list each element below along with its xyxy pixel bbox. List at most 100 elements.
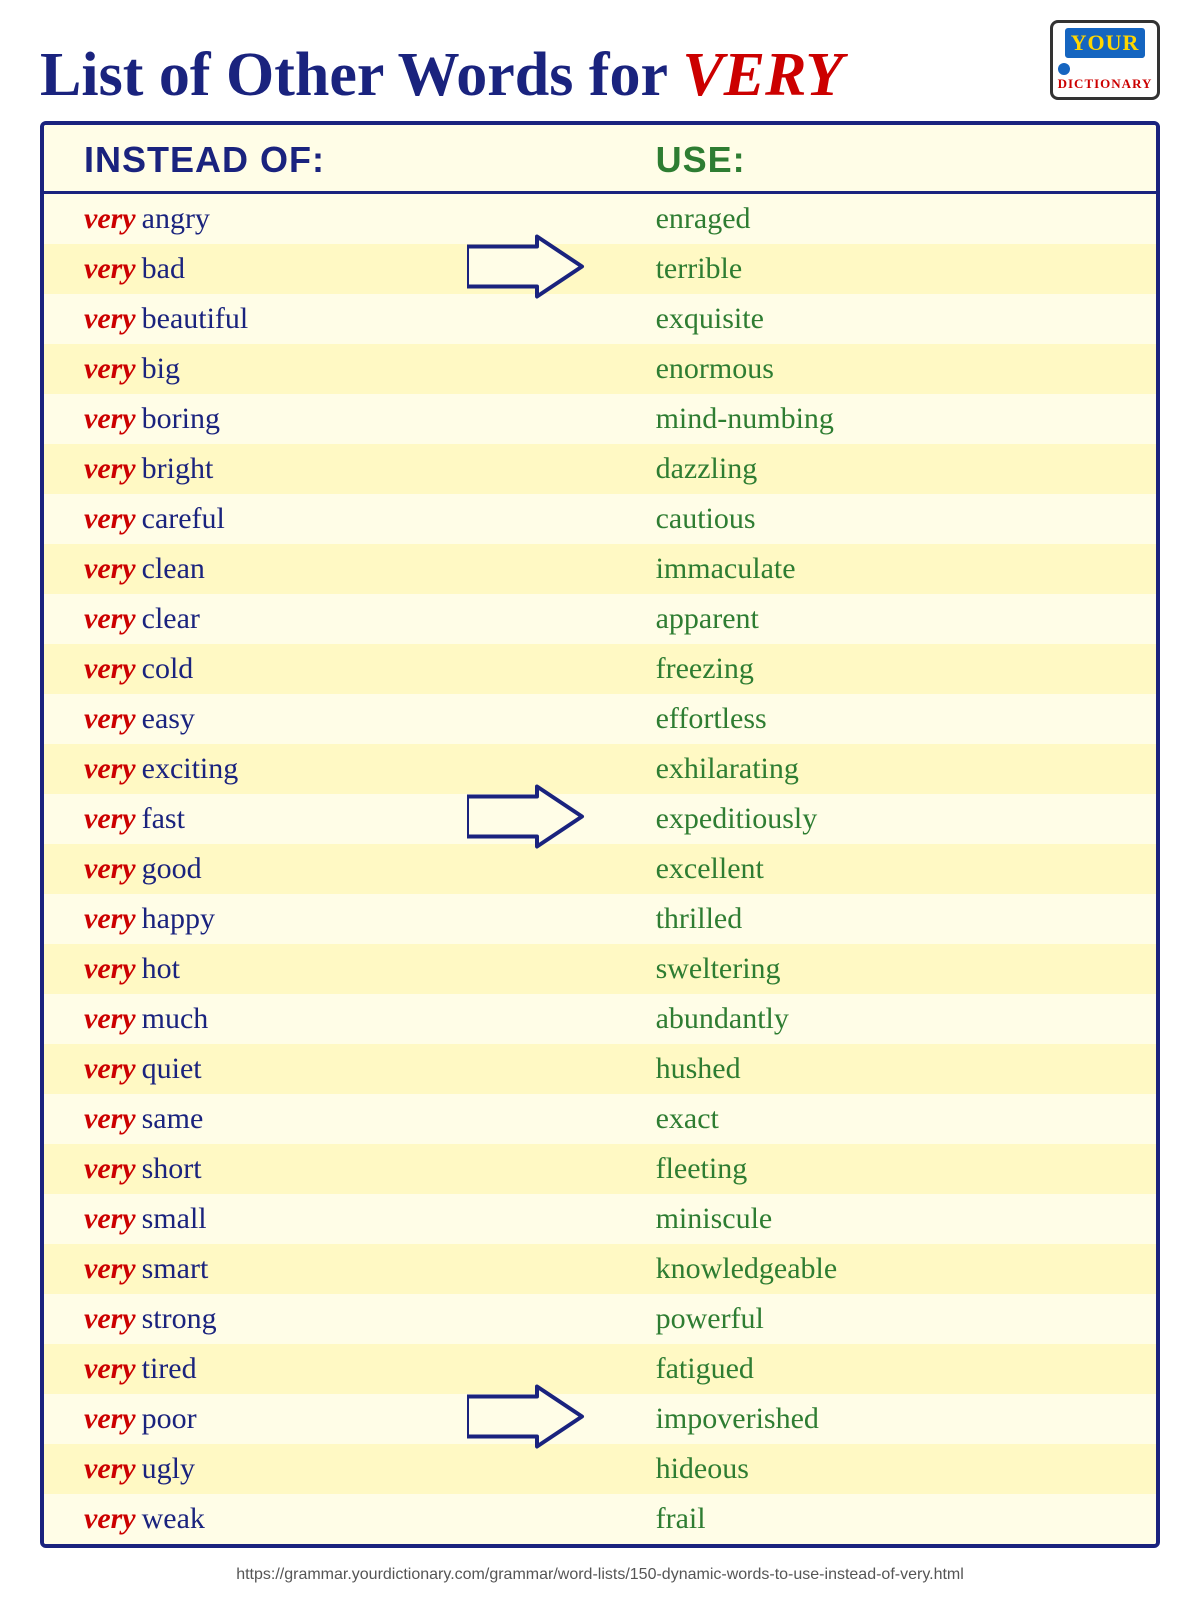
use-cell: enormous	[656, 344, 1156, 394]
adjective-label: bad	[142, 252, 185, 286]
table-row: very angry enraged	[44, 194, 1156, 244]
use-cell: exquisite	[656, 294, 1156, 344]
table-row: very tiredfatigued	[44, 1344, 1156, 1394]
adjective-label: tired	[142, 1352, 197, 1386]
very-label: very	[84, 752, 136, 786]
table-row: very carefulcautious	[44, 494, 1156, 544]
adjective-label: beautiful	[142, 302, 249, 336]
instead-cell: very same	[44, 1094, 656, 1144]
adjective-label: cold	[142, 652, 194, 686]
table-row: very sameexact	[44, 1094, 1156, 1144]
use-cell: knowledgeable	[656, 1244, 1156, 1294]
very-label: very	[84, 1302, 136, 1336]
very-label: very	[84, 1402, 136, 1436]
title-prefix: List of Other Words for	[40, 41, 682, 109]
adjective-label: poor	[142, 1402, 197, 1436]
table-row: very clearapparent	[44, 594, 1156, 644]
use-cell: hushed	[656, 1044, 1156, 1094]
very-label: very	[84, 202, 136, 236]
instead-cell: very weak	[44, 1494, 656, 1544]
instead-cell: very quiet	[44, 1044, 656, 1094]
table-row: very hotsweltering	[44, 944, 1156, 994]
table-row: very excitingexhilarating	[44, 744, 1156, 794]
adjective-label: hot	[142, 952, 180, 986]
instead-cell: very big	[44, 344, 656, 394]
main-table: INSTEAD OF: USE: very angryenragedvery b…	[40, 121, 1160, 1548]
very-label: very	[84, 402, 136, 436]
instead-cell: very smart	[44, 1244, 656, 1294]
very-label: very	[84, 1102, 136, 1136]
adjective-label: much	[142, 1002, 209, 1036]
use-cell: miniscule	[656, 1194, 1156, 1244]
table-row: very boringmind-numbing	[44, 394, 1156, 444]
table-header: INSTEAD OF: USE:	[44, 125, 1156, 194]
arrow-icon	[467, 782, 587, 857]
use-cell: fleeting	[656, 1144, 1156, 1194]
table-row: very strongpowerful	[44, 1294, 1156, 1344]
table-row: very poor impoverished	[44, 1394, 1156, 1444]
instead-cell: very bright	[44, 444, 656, 494]
arrow-icon	[467, 232, 587, 307]
instead-cell: very happy	[44, 894, 656, 944]
use-cell: effortless	[656, 694, 1156, 744]
table-row: very quiethushed	[44, 1044, 1156, 1094]
table-row: very cleanimmaculate	[44, 544, 1156, 594]
table-row: very muchabundantly	[44, 994, 1156, 1044]
very-label: very	[84, 602, 136, 636]
use-cell: mind-numbing	[656, 394, 1156, 444]
adjective-label: angry	[142, 202, 210, 236]
table-row: very fast expeditiously	[44, 794, 1156, 844]
instead-cell: very short	[44, 1144, 656, 1194]
header-area: List of Other Words for VERY YOUR DICTIO…	[40, 20, 1160, 111]
use-cell: enraged	[656, 194, 1156, 244]
logo-your: YOUR	[1065, 28, 1146, 58]
adjective-label: exciting	[142, 752, 239, 786]
instead-cell: very small	[44, 1194, 656, 1244]
adjective-label: short	[142, 1152, 202, 1186]
very-label: very	[84, 1202, 136, 1236]
use-cell: apparent	[656, 594, 1156, 644]
logo: YOUR DICTIONARY	[1050, 20, 1160, 100]
instead-cell: very easy	[44, 694, 656, 744]
table-row: very smallminiscule	[44, 1194, 1156, 1244]
very-label: very	[84, 1002, 136, 1036]
adjective-label: bright	[142, 452, 214, 486]
very-label: very	[84, 1152, 136, 1186]
footer-url: https://grammar.yourdictionary.com/gramm…	[40, 1566, 1160, 1584]
table-row: very brightdazzling	[44, 444, 1156, 494]
table-row: very bad terrible	[44, 244, 1156, 294]
use-cell: exact	[656, 1094, 1156, 1144]
adjective-label: clear	[142, 602, 200, 636]
rows-container: very angry enragedvery bad terrible very b…	[44, 194, 1156, 1544]
title-highlight: VERY	[682, 41, 843, 109]
table-row: very weakfrail	[44, 1494, 1156, 1544]
adjective-label: ugly	[142, 1452, 195, 1486]
very-label: very	[84, 1452, 136, 1486]
header-instead: INSTEAD OF:	[44, 139, 656, 181]
adjective-label: fast	[142, 802, 185, 836]
very-label: very	[84, 952, 136, 986]
very-label: very	[84, 1052, 136, 1086]
arrow-icon	[467, 1382, 587, 1457]
adjective-label: careful	[142, 502, 225, 536]
page-title: List of Other Words for VERY	[40, 40, 843, 111]
very-label: very	[84, 1502, 136, 1536]
very-label: very	[84, 502, 136, 536]
adjective-label: big	[142, 352, 180, 386]
adjective-label: small	[142, 1202, 207, 1236]
use-cell: frail	[656, 1494, 1156, 1544]
use-cell: excellent	[656, 844, 1156, 894]
adjective-label: quiet	[142, 1052, 202, 1086]
logo-dictionary: DICTIONARY	[1058, 60, 1153, 92]
instead-cell: very careful	[44, 494, 656, 544]
use-cell: impoverished	[656, 1394, 1156, 1444]
instead-cell: very clear	[44, 594, 656, 644]
use-cell: freezing	[656, 644, 1156, 694]
table-row: very shortfleeting	[44, 1144, 1156, 1194]
very-label: very	[84, 852, 136, 886]
use-cell: expeditiously	[656, 794, 1156, 844]
adjective-label: same	[142, 1102, 204, 1136]
table-row: very happythrilled	[44, 894, 1156, 944]
very-label: very	[84, 552, 136, 586]
adjective-label: clean	[142, 552, 205, 586]
